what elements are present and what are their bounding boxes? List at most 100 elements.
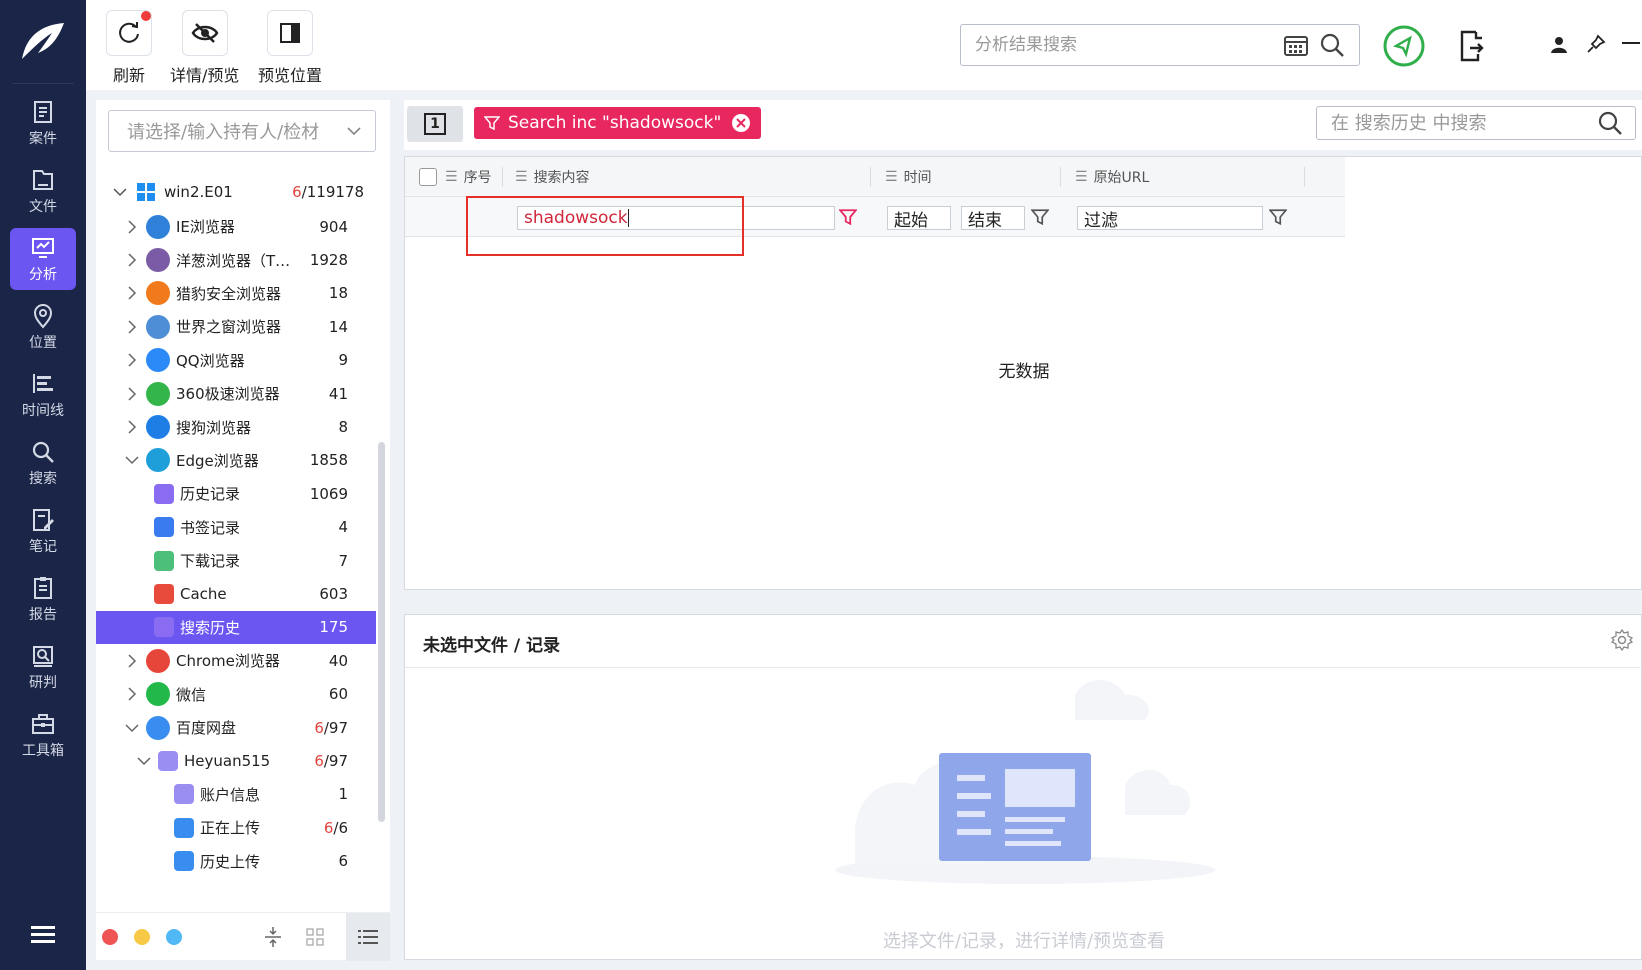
search-history-icon	[154, 617, 174, 638]
tree-item[interactable]: 搜狗浏览器 8	[96, 410, 376, 443]
tree-item[interactable]: Edge浏览器 1858	[96, 444, 376, 477]
tree-item[interactable]: 360极速浏览器 41	[96, 377, 376, 410]
tree-root-win2[interactable]: win2.E01 6/119178	[96, 176, 376, 208]
chevron-right-icon[interactable]	[124, 319, 140, 335]
collapse-all-icon[interactable]	[264, 926, 282, 948]
highlight-annotation	[466, 196, 744, 256]
holder-select[interactable]: 请选择/输入持有人/检材	[108, 110, 376, 152]
nav-item-judge[interactable]: 研判	[10, 636, 76, 698]
tree-item[interactable]: 历史上传 6	[96, 844, 376, 877]
select-all-checkbox[interactable]	[419, 168, 437, 186]
tree-item-count: 8	[338, 418, 348, 437]
sogou-icon	[146, 415, 170, 440]
active-filter-text: Search inc "shadowsock"	[508, 113, 722, 133]
empty-preview-illustration	[835, 680, 1215, 884]
tree-item-count: 9	[338, 351, 348, 370]
user-icon[interactable]	[1550, 36, 1568, 54]
preview-position-button[interactable]: 预览位置	[258, 10, 322, 86]
tree-item[interactable]: 账户信息 1	[96, 778, 376, 811]
tree-item[interactable]: 猎豹安全浏览器 18	[96, 277, 376, 310]
chevron-down-icon[interactable]	[112, 184, 128, 200]
tree-item-name: QQ浏览器	[176, 351, 245, 370]
nav-item-label: 工具箱	[22, 742, 64, 759]
color-filter-dot[interactable]	[102, 928, 118, 945]
chevron-right-icon[interactable]	[124, 252, 140, 268]
settings-gear-icon[interactable]	[1611, 629, 1633, 651]
tree-item[interactable]: Heyuan515 6/97	[96, 744, 376, 777]
column-index[interactable]: ☰ 序号	[419, 157, 503, 197]
list-view-button[interactable]	[346, 912, 390, 961]
refresh-button[interactable]: 刷新	[106, 10, 152, 86]
tree-item-count: 1069	[309, 484, 348, 503]
nav-item-notes[interactable]: 笔记	[10, 500, 76, 562]
status-check-icon[interactable]	[1382, 24, 1426, 68]
refresh-label: 刷新	[112, 66, 145, 85]
tree-item[interactable]: 搜索历史 175	[96, 610, 376, 645]
tree-item[interactable]: 百度网盘 6/97	[96, 711, 376, 744]
tree-item[interactable]: QQ浏览器 9	[96, 344, 376, 377]
time-start-input[interactable]: 起始	[887, 206, 951, 231]
tree-item[interactable]: 正在上传 6/6	[96, 811, 376, 844]
column-search-content[interactable]: ☰ 搜索内容	[515, 157, 871, 197]
history-search-input[interactable]	[1331, 112, 1597, 134]
tree-item[interactable]: 历史记录 1069	[96, 477, 376, 510]
nav-item-label: 位置	[29, 334, 57, 351]
tree-item[interactable]: 洋葱浏览器（T… 1928	[96, 243, 376, 276]
minimize-icon[interactable]	[1622, 42, 1640, 46]
calendar-icon[interactable]	[1283, 33, 1309, 57]
chevron-right-icon[interactable]	[124, 419, 140, 435]
nav-item-toolbox[interactable]: 工具箱	[10, 704, 76, 766]
chevron-right-icon[interactable]	[124, 219, 140, 235]
close-icon[interactable]	[731, 113, 751, 133]
qq-browser-icon	[146, 348, 170, 373]
tree-item[interactable]: 下载记录 7	[96, 544, 376, 577]
chevron-down-icon[interactable]	[124, 452, 140, 468]
search-icon[interactable]	[1597, 110, 1623, 136]
active-filter-tag[interactable]: Search inc "shadowsock"	[474, 107, 762, 139]
case-icon	[34, 100, 52, 123]
chevron-right-icon[interactable]	[124, 352, 140, 368]
filter-icon[interactable]	[839, 208, 857, 226]
nav-item-analysis[interactable]: 分析	[10, 228, 76, 290]
tree-item[interactable]: 微信 60	[96, 677, 376, 710]
grid-view-icon[interactable]	[306, 927, 324, 946]
chevron-right-icon[interactable]	[124, 386, 140, 402]
nav-item-location[interactable]: 位置	[10, 296, 76, 358]
color-filter-dot[interactable]	[166, 928, 182, 945]
filter-icon[interactable]	[1031, 208, 1049, 226]
chevron-right-icon[interactable]	[124, 285, 140, 301]
ie-icon	[146, 214, 170, 239]
chevron-right-icon[interactable]	[124, 653, 140, 669]
pin-icon[interactable]	[1586, 34, 1606, 54]
chevron-right-icon[interactable]	[124, 686, 140, 702]
tab-count-value: 1	[424, 113, 446, 135]
tree-scrollbar[interactable]	[378, 442, 385, 822]
tree-item[interactable]: Chrome浏览器 40	[96, 644, 376, 677]
tree-item[interactable]: Cache 603	[96, 577, 376, 610]
details-preview-label: 详情/预览	[170, 66, 240, 85]
search-icon[interactable]	[1319, 32, 1345, 58]
column-time[interactable]: ☰ 时间	[885, 157, 1061, 197]
chevron-down-icon[interactable]	[136, 753, 152, 769]
details-preview-button[interactable]: 详情/预览	[170, 10, 239, 86]
color-filter-dot[interactable]	[134, 928, 150, 945]
nav-item-timeline[interactable]: 时间线	[10, 364, 76, 426]
url-filter-input[interactable]: 过滤	[1077, 206, 1263, 231]
color-filter-dots	[96, 928, 182, 945]
tree-item[interactable]: 世界之窗浏览器 14	[96, 310, 376, 343]
analysis-search-input[interactable]	[975, 35, 1283, 55]
tree-item[interactable]: 书签记录 4	[96, 511, 376, 544]
nav-item-search[interactable]: 搜索	[10, 432, 76, 494]
nav-item-case[interactable]: 案件	[10, 92, 76, 154]
hamburger-menu-icon[interactable]	[31, 926, 55, 948]
nav-item-report[interactable]: 报告	[10, 568, 76, 630]
tree-item[interactable]: IE浏览器 904	[96, 210, 376, 243]
tab-count-button[interactable]: 1	[407, 106, 463, 142]
export-icon[interactable]	[1458, 30, 1486, 62]
tree-item-count: 1928	[309, 251, 348, 270]
filter-icon[interactable]	[1269, 208, 1287, 226]
nav-item-file[interactable]: 文件	[10, 160, 76, 222]
chevron-down-icon[interactable]	[124, 720, 140, 736]
time-end-input[interactable]: 结束	[961, 206, 1025, 231]
column-original-url[interactable]: ☰ 原始URL	[1075, 157, 1305, 197]
